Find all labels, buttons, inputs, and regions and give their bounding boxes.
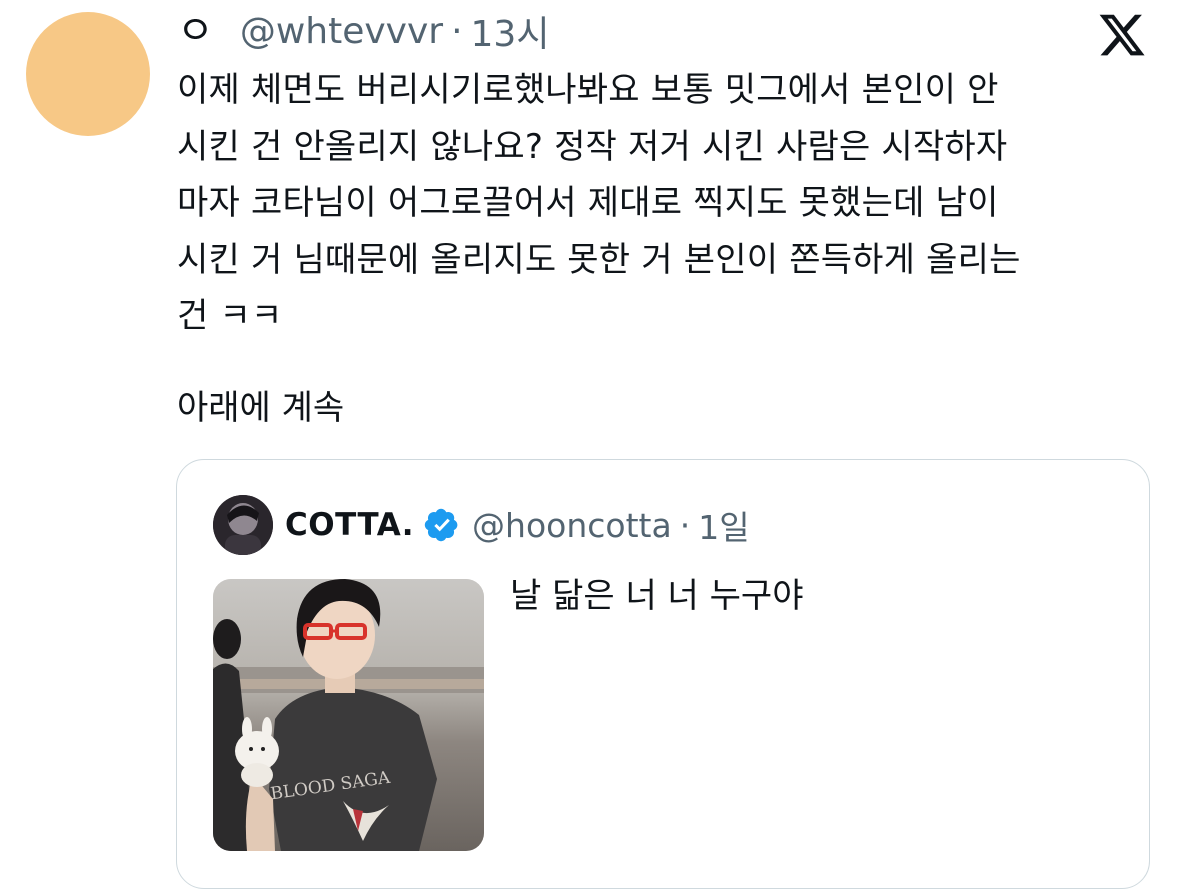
author-avatar[interactable] bbox=[26, 12, 150, 136]
quoted-author-display-name[interactable]: COTTA. bbox=[285, 507, 414, 543]
quoted-author-avatar[interactable] bbox=[213, 495, 273, 555]
quoted-tweet-card[interactable]: COTTA. @hooncotta · 1일 BLOOD SAGA 날 닮은 너… bbox=[176, 459, 1150, 889]
quoted-tweet-timestamp[interactable]: 1일 bbox=[698, 501, 749, 549]
author-display-name[interactable]: ㅇ bbox=[177, 11, 214, 51]
quoted-tweet-header: COTTA. @hooncotta · 1일 bbox=[285, 498, 750, 552]
separator-dot: · bbox=[451, 10, 463, 52]
author-handle[interactable]: @whtevvvr bbox=[240, 11, 443, 52]
photo-image: BLOOD SAGA bbox=[213, 579, 484, 851]
quoted-tweet-body: 날 닮은 너 너 누구야 bbox=[510, 576, 804, 616]
quoted-tweet-photo[interactable]: BLOOD SAGA bbox=[213, 579, 484, 851]
quoted-avatar-image bbox=[213, 495, 273, 555]
quoted-separator-dot: · bbox=[679, 505, 691, 545]
x-logo-icon bbox=[1099, 14, 1145, 56]
quoted-author-handle[interactable]: @hooncotta bbox=[472, 506, 672, 545]
tweet-timestamp[interactable]: 13시 bbox=[471, 5, 550, 57]
tweet-continued-note: 아래에 계속 bbox=[177, 388, 345, 428]
tweet-header: ㅇ @whtevvvr · 13시 bbox=[177, 6, 549, 56]
verified-badge-icon bbox=[424, 508, 458, 542]
tweet-body: 이제 체면도 버리시기로했나봐요 보통 밋그에서 본인이 안 시킨 건 안올리지… bbox=[177, 70, 1021, 336]
